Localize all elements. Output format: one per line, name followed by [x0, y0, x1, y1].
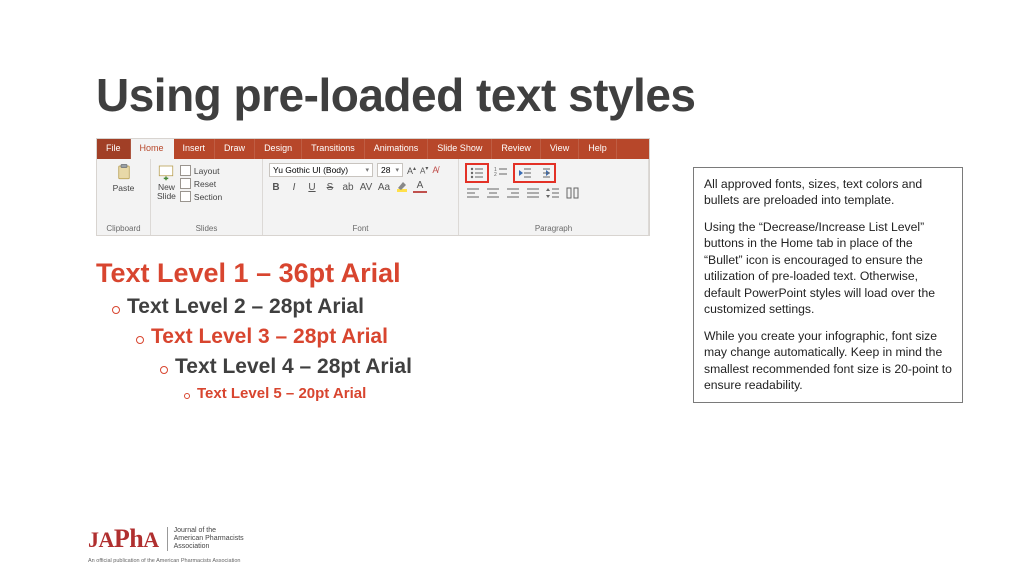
font-color-icon: A [413, 181, 427, 193]
info-textbox: All approved fonts, sizes, text colors a… [693, 167, 963, 403]
info-paragraph-1: All approved fonts, sizes, text colors a… [704, 176, 952, 209]
align-right-icon [505, 186, 521, 200]
ribbon-tabstrip: File Home Insert Draw Design Transitions… [97, 139, 649, 159]
decrease-font-icon: A▾ [420, 165, 428, 176]
text-level-4-label: Text Level 4 – 28pt Arial [175, 355, 412, 379]
group-clipboard-label: Clipboard [103, 222, 144, 233]
tab-help: Help [579, 139, 617, 159]
tab-view: View [541, 139, 579, 159]
text-level-3-label: Text Level 3 – 28pt Arial [151, 325, 388, 349]
align-left-icon [465, 186, 481, 200]
shadow-icon: ab [341, 180, 355, 194]
font-family-value: Yu Gothic UI (Body) [273, 165, 348, 175]
text-level-4: Text Level 4 – 28pt Arial [160, 355, 412, 379]
new-slide-button: New Slide [157, 163, 176, 200]
japha-logo-text: JAPhA [88, 524, 159, 554]
group-font: Yu Gothic UI (Body)▾ 28▾ A▴ A▾ A̸ B I U … [263, 159, 459, 235]
indent-highlight-box [513, 163, 556, 183]
paste-button: Paste [103, 163, 144, 193]
japha-sub-3: Association [174, 543, 210, 550]
japha-tagline: An official publication of the American … [88, 558, 240, 564]
tab-design: Design [255, 139, 302, 159]
bullet-icon [136, 336, 144, 344]
text-level-2-label: Text Level 2 – 28pt Arial [127, 295, 364, 319]
japha-sub-2: American Pharmacists [174, 535, 244, 542]
group-slides-label: Slides [157, 222, 256, 233]
section-icon [180, 191, 191, 202]
font-family-box: Yu Gothic UI (Body)▾ [269, 163, 373, 177]
text-level-3: Text Level 3 – 28pt Arial [136, 325, 412, 349]
ribbon-screenshot: File Home Insert Draw Design Transitions… [96, 138, 650, 236]
increase-indent-icon [536, 166, 552, 180]
case-icon: Aa [377, 180, 391, 194]
tab-file: File [97, 139, 131, 159]
columns-icon [565, 186, 581, 200]
tab-slideshow: Slide Show [428, 139, 492, 159]
highlight-icon [395, 180, 409, 194]
tab-draw: Draw [215, 139, 255, 159]
numbering-icon: 12 [493, 166, 509, 180]
text-level-2: Text Level 2 – 28pt Arial [112, 295, 412, 319]
new-slide-icon [157, 163, 175, 181]
info-paragraph-3: While you create your infographic, font … [704, 328, 952, 394]
svg-text:2: 2 [494, 172, 497, 178]
bullet-icon [184, 393, 190, 399]
reset-icon [180, 178, 191, 189]
new-slide-label: New Slide [157, 183, 176, 200]
layout-icon [180, 165, 191, 176]
bullet-icon [112, 306, 120, 314]
paste-label: Paste [113, 183, 135, 193]
tab-insert: Insert [174, 139, 216, 159]
text-level-5-label: Text Level 5 – 20pt Arial [197, 385, 366, 402]
increase-font-icon: A▴ [407, 165, 416, 176]
justify-icon [525, 186, 541, 200]
slide-title: Using pre-loaded text styles [96, 68, 696, 122]
decrease-indent-icon [517, 166, 533, 180]
section-label: Section [194, 192, 222, 202]
underline-icon: U [305, 180, 319, 194]
text-level-5: Text Level 5 – 20pt Arial [184, 385, 412, 402]
japha-subtitle: Journal of the American Pharmacists Asso… [167, 527, 244, 551]
bullets-highlight-box [465, 163, 489, 183]
layout-label: Layout [194, 166, 220, 176]
italic-icon: I [287, 180, 301, 194]
section-button: Section [180, 191, 222, 202]
reset-button: Reset [180, 178, 222, 189]
bullets-icon [469, 166, 485, 180]
group-slides: New Slide Layout Reset Section Slides [151, 159, 263, 235]
japha-sub-1: Journal of the [174, 527, 216, 534]
footer-logo: JAPhA Journal of the American Pharmacist… [88, 524, 244, 554]
info-paragraph-2: Using the “Decrease/Increase List Level”… [704, 219, 952, 318]
group-font-label: Font [269, 222, 452, 233]
layout-button: Layout [180, 165, 222, 176]
tab-animations: Animations [365, 139, 429, 159]
group-paragraph: 12 Paragraph [459, 159, 649, 235]
reset-label: Reset [194, 179, 216, 189]
group-clipboard: Paste Clipboard [97, 159, 151, 235]
group-paragraph-label: Paragraph [465, 222, 642, 233]
line-spacing-icon [545, 186, 561, 200]
tab-home: Home [131, 139, 174, 159]
tab-transitions: Transitions [302, 139, 365, 159]
align-center-icon [485, 186, 501, 200]
font-size-value: 28 [381, 165, 390, 175]
clear-formatting-icon: A̸ [432, 165, 438, 175]
bullet-icon [160, 366, 168, 374]
text-level-1: Text Level 1 – 36pt Arial [96, 258, 412, 289]
bold-icon: B [269, 180, 283, 194]
strike-icon: S [323, 180, 337, 194]
spacing-icon: AV [359, 180, 373, 194]
clipboard-icon [115, 163, 133, 181]
font-size-box: 28▾ [377, 163, 403, 177]
tab-review: Review [492, 139, 541, 159]
text-levels-demo: Text Level 1 – 36pt Arial Text Level 2 –… [96, 258, 412, 402]
